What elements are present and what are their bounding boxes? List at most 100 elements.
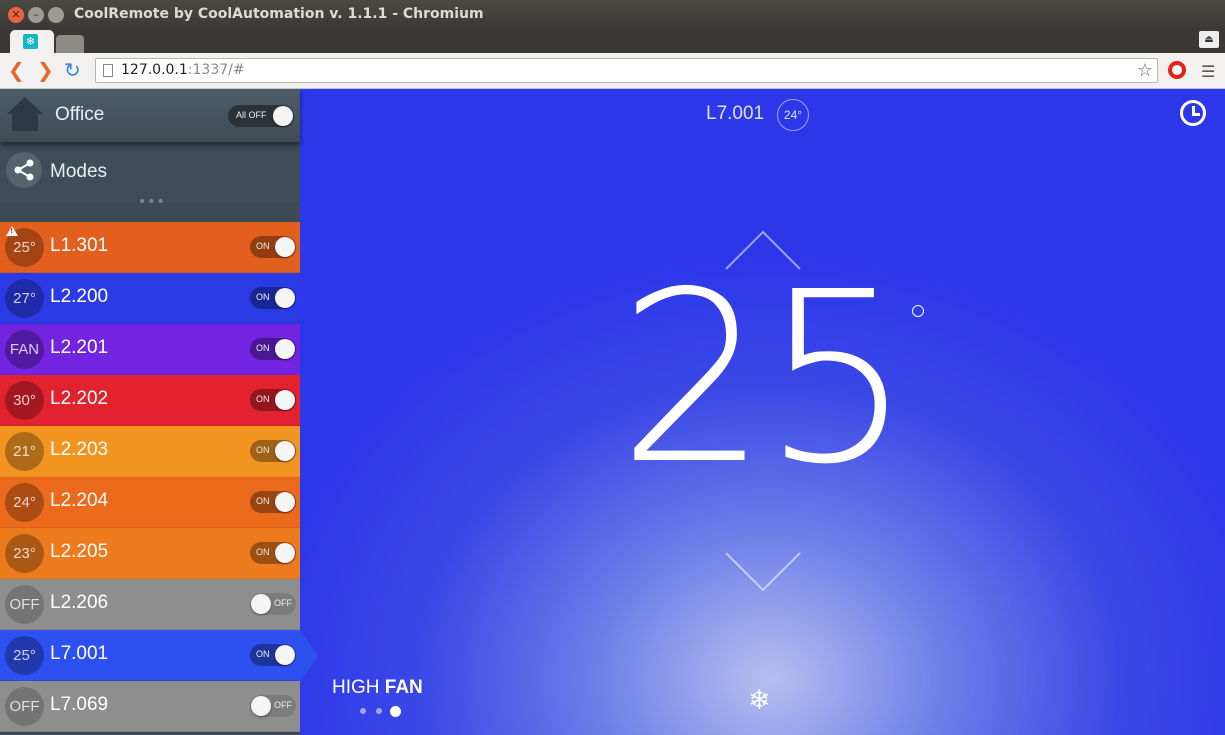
profile-icon[interactable]: ⏏ xyxy=(1199,31,1219,48)
unit-power-toggle[interactable]: ON xyxy=(250,389,296,411)
snowflake-favicon-icon: ❄ xyxy=(23,34,38,49)
unit-temp-circle: FAN xyxy=(5,330,44,369)
url-text[interactable]: 127.0.0.1:1337/# xyxy=(121,62,245,78)
toggle-knob xyxy=(275,492,295,512)
unit-row[interactable]: 25° L7.001 ON xyxy=(0,630,300,681)
tab-strip: ❄ ⏏ xyxy=(0,30,1225,53)
toggle-knob xyxy=(275,390,295,410)
unit-temp-circle: OFF xyxy=(5,687,44,726)
window-title: CoolRemote by CoolAutomation v. 1.1.1 - … xyxy=(74,6,484,22)
toggle-knob xyxy=(275,441,295,461)
toggle-knob xyxy=(251,696,271,716)
bookmark-star-icon[interactable]: ☆ xyxy=(1137,60,1153,81)
fan-page-dot[interactable] xyxy=(360,708,366,714)
unit-name: L2.206 xyxy=(50,592,109,613)
fan-speed-button[interactable]: HIGH FAN xyxy=(332,677,423,699)
unit-temp-circle: 25° xyxy=(5,636,44,675)
browser-tab-active[interactable]: ❄ xyxy=(10,30,54,53)
unit-row[interactable]: 30° L2.202 ON xyxy=(0,375,300,426)
unit-name: L2.201 xyxy=(50,337,109,358)
setpoint-temperature: 25 xyxy=(618,241,912,516)
share-modes-icon xyxy=(6,152,42,188)
unit-row[interactable]: 23° L2.205 ON xyxy=(0,528,300,579)
toggle-state-label: ON xyxy=(256,241,270,251)
toggle-state-label: ON xyxy=(256,649,270,659)
unit-power-toggle[interactable]: ON xyxy=(250,644,296,666)
unit-name: L2.200 xyxy=(50,286,109,307)
toggle-knob xyxy=(275,543,295,563)
window-close-button[interactable]: ✕ xyxy=(8,7,24,23)
address-bar[interactable]: 127.0.0.1:1337/# ☆ xyxy=(95,58,1158,83)
all-off-toggle[interactable]: All OFF xyxy=(228,105,294,127)
unit-control-panel: L7.001 24° 25 HIGH FAN ❄ xyxy=(300,89,1225,735)
toggle-state-label: ON xyxy=(256,343,270,353)
unit-power-toggle[interactable]: ON xyxy=(250,440,296,462)
toggle-knob xyxy=(275,339,295,359)
unit-name: L2.203 xyxy=(50,439,109,460)
back-arrow-icon[interactable]: ❮ xyxy=(8,59,25,81)
toggle-state-label: OFF xyxy=(274,700,292,710)
unit-row[interactable]: 21° L2.203 ON xyxy=(0,426,300,477)
home-icon[interactable] xyxy=(6,95,44,133)
modes-label: Modes xyxy=(50,161,108,182)
toggle-state-label: ON xyxy=(256,292,270,302)
unit-temp-circle: OFF xyxy=(5,585,44,624)
degree-symbol xyxy=(912,305,924,317)
unit-power-toggle[interactable]: OFF xyxy=(250,695,296,717)
forward-arrow-icon[interactable]: ❯ xyxy=(37,59,54,81)
toggle-state-label: ON xyxy=(256,394,270,404)
unit-power-toggle[interactable]: ON xyxy=(250,236,296,258)
selected-unit-pointer xyxy=(300,630,318,682)
unit-temp-circle: 24° xyxy=(5,483,44,522)
unit-name: L2.205 xyxy=(50,541,109,562)
new-tab-button[interactable] xyxy=(56,35,84,53)
unit-temp-circle: 21° xyxy=(5,432,44,471)
unit-power-toggle[interactable]: ON xyxy=(250,338,296,360)
toggle-state-label: OFF xyxy=(274,598,292,608)
toggle-state-label: ON xyxy=(256,496,270,506)
extension-icon[interactable] xyxy=(1168,61,1186,79)
window-titlebar: ✕ – CoolRemote by CoolAutomation v. 1.1.… xyxy=(0,0,1225,30)
unit-temp-circle: 30° xyxy=(5,381,44,420)
unit-row[interactable]: 25° L1.301 ON! xyxy=(0,222,300,273)
toggle-state-label: ON xyxy=(256,445,270,455)
hamburger-menu-icon[interactable]: ☰ xyxy=(1201,62,1215,81)
unit-power-toggle[interactable]: ON xyxy=(250,542,296,564)
unit-row[interactable]: OFF L7.069 OFF xyxy=(0,681,300,732)
toggle-knob xyxy=(275,645,295,665)
unit-name: L2.204 xyxy=(50,490,109,511)
all-off-label: All OFF xyxy=(236,110,267,120)
modes-item[interactable]: Modes xyxy=(0,142,300,202)
unit-row[interactable]: FAN L2.201 ON xyxy=(0,324,300,375)
reload-icon[interactable]: ↻ xyxy=(64,59,81,81)
location-header[interactable]: Office All OFF xyxy=(0,89,300,142)
clock-icon[interactable] xyxy=(1180,100,1206,126)
snowflake-icon[interactable]: ❄ xyxy=(748,685,771,716)
unit-power-toggle[interactable]: ON xyxy=(250,287,296,309)
chevron-down-icon[interactable] xyxy=(724,551,802,593)
browser-toolbar: ❮ ❯ ↻ 127.0.0.1:1337/# ☆ ☰ xyxy=(0,53,1225,89)
unit-row[interactable]: OFF L2.206 OFF xyxy=(0,579,300,630)
toggle-state-label: ON xyxy=(256,547,270,557)
window-maximize-button[interactable] xyxy=(48,7,64,23)
unit-name: L1.301 xyxy=(50,235,109,256)
unit-temp-circle: 27° xyxy=(5,279,44,318)
unit-name: L7.069 xyxy=(50,694,109,715)
unit-power-toggle[interactable]: OFF xyxy=(250,593,296,615)
more-dots-icon[interactable]: ••• xyxy=(138,195,166,209)
unit-row[interactable]: 24° L2.204 ON xyxy=(0,477,300,528)
unit-list: 25° L1.301 ON! 27° L2.200 ON FAN L2.201 ON 30° L2.… xyxy=(0,222,300,732)
page-icon xyxy=(103,64,113,77)
toggle-knob xyxy=(275,288,295,308)
fan-page-dot-active[interactable] xyxy=(390,706,401,717)
fan-page-dot[interactable] xyxy=(376,708,382,714)
unit-row[interactable]: 27° L2.200 ON xyxy=(0,273,300,324)
location-name: Office xyxy=(55,104,105,125)
unit-power-toggle[interactable]: ON xyxy=(250,491,296,513)
room-temperature-badge: 24° xyxy=(777,99,809,131)
selected-unit-name: L7.001 xyxy=(706,103,765,124)
unit-name: L2.202 xyxy=(50,388,109,409)
window-minimize-button[interactable]: – xyxy=(28,7,44,23)
app-viewport: L7.001 24° 25 HIGH FAN ❄ Office All OFF … xyxy=(0,89,1225,735)
unit-name: L7.001 xyxy=(50,643,109,664)
